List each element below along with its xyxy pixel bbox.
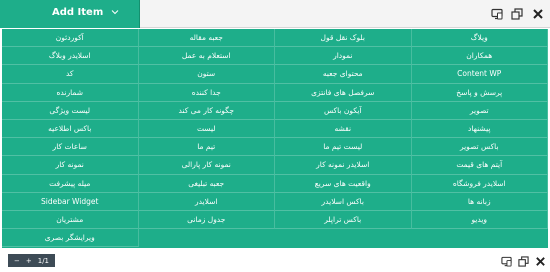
element-item[interactable]: تیم ما: [138, 138, 275, 157]
close-icon[interactable]: [529, 5, 547, 23]
grid-row: آیتم های قیمت اسلایدر نمونه کار نمونه کار …: [2, 156, 548, 175]
grid-row: اسلایدر فروشگاه واقعیت های سریع جعبه تبلیغ…: [2, 174, 548, 193]
element-item[interactable]: جعبه تبلیغی: [138, 174, 275, 193]
grid-row: پرسش و پاسخ سرفصل های فانتزی جدا کننده شمار…: [2, 83, 548, 102]
element-item[interactable]: باکس اسلایدر: [275, 192, 412, 211]
element-item[interactable]: ویلاگ: [411, 29, 548, 48]
element-item[interactable]: Sidebar Widget: [2, 192, 139, 211]
element-item[interactable]: بلوک نقل قول: [275, 29, 412, 48]
empty-cell: [412, 229, 549, 247]
grid-row: پیشنهاد نقشه لیست باکس اطلاعیه: [2, 119, 548, 139]
add-item-label: Add Item: [52, 7, 104, 18]
element-item[interactable]: اسلایدر فروشگاه: [411, 174, 548, 193]
element-item[interactable]: جعبه مقاله: [138, 29, 275, 48]
plus-button[interactable]: +: [26, 257, 32, 265]
grid-row: Content WP محتوای جعبه ستون کد: [2, 65, 548, 84]
grid-row: همکاران نمودار استعلام به عمل اسلایدر وبلاگ: [2, 47, 548, 66]
resize-icon[interactable]: [508, 5, 526, 23]
empty-cell: [275, 229, 412, 247]
element-item[interactable]: همکاران: [411, 47, 548, 66]
element-item[interactable]: لیست: [138, 119, 275, 139]
bottom-toolbar: − + 1/1: [0, 250, 550, 272]
element-item[interactable]: اسلایدر: [138, 192, 275, 211]
element-item[interactable]: واقعیت های سریع: [275, 174, 412, 193]
toolbar: Add Item: [0, 0, 550, 28]
minus-button[interactable]: −: [14, 257, 20, 265]
element-item[interactable]: باکس تصویر: [411, 138, 548, 157]
element-item[interactable]: نقشه: [275, 119, 412, 139]
element-item[interactable]: ستون: [138, 65, 275, 84]
responsive-icon[interactable]: [488, 5, 506, 23]
element-item[interactable]: زبانه ها: [411, 192, 548, 211]
element-item[interactable]: باکس تراپلر: [275, 210, 412, 230]
element-item[interactable]: کد: [2, 65, 139, 84]
grid-row: ویلاگ بلوک نقل قول جعبه مقاله آکوردئون: [2, 29, 548, 48]
element-item[interactable]: آکوردئون: [2, 29, 139, 48]
element-item[interactable]: میله پیشرفت: [2, 174, 139, 193]
element-item[interactable]: لیست تیم ما: [275, 138, 412, 157]
close-icon[interactable]: [532, 253, 548, 269]
element-item[interactable]: پیشنهاد: [411, 119, 548, 139]
page-indicator: 1/1: [37, 256, 50, 265]
element-item[interactable]: پرسش و پاسخ: [411, 83, 548, 102]
element-item[interactable]: مشتریان: [2, 210, 139, 230]
element-item[interactable]: محتوای جعبه: [275, 65, 412, 84]
element-item[interactable]: چگونه کار می کند: [138, 101, 275, 120]
element-item[interactable]: جدا کننده: [138, 83, 275, 102]
element-item[interactable]: نمودار: [275, 47, 412, 66]
element-item[interactable]: Content WP: [411, 65, 548, 84]
element-item[interactable]: شمارنده: [2, 83, 139, 102]
element-item[interactable]: لیست ویژگی: [2, 101, 139, 120]
resize-icon[interactable]: [515, 253, 531, 269]
grid-row: زبانه ها باکس اسلایدر اسلایدر Sidebar Widge…: [2, 192, 548, 211]
pager: − + 1/1: [8, 254, 56, 267]
element-item[interactable]: ویدیو: [411, 210, 548, 230]
responsive-icon[interactable]: [498, 253, 514, 269]
element-item[interactable]: جدول زمانی: [138, 210, 275, 230]
element-item[interactable]: تصویر: [411, 101, 548, 120]
grid-row: ویدیو باکس تراپلر جدول زمانی مشتریان: [2, 210, 548, 230]
element-item[interactable]: اسلایدر نمونه کار: [275, 156, 412, 175]
element-item[interactable]: آیکون باکس: [275, 101, 412, 120]
element-item[interactable]: باکس اطلاعیه: [2, 119, 139, 139]
element-item[interactable]: استعلام به عمل: [138, 47, 275, 66]
element-item[interactable]: ساعات کار: [2, 138, 139, 157]
element-item[interactable]: آیتم های قیمت: [411, 156, 548, 175]
grid-row: باکس تصویر لیست تیم ما تیم ما ساعات کار: [2, 138, 548, 157]
chevron-down-icon[interactable]: [111, 8, 119, 16]
element-grid: ویلاگ بلوک نقل قول جعبه مقاله آکوردئون همکار…: [2, 29, 549, 248]
empty-cell: [139, 229, 276, 247]
element-item[interactable]: ویرایشگر بصری: [2, 229, 139, 248]
element-item[interactable]: اسلایدر وبلاگ: [2, 47, 139, 66]
grid-row: ویرایشگر بصری: [2, 229, 549, 248]
element-picker-panel: ویلاگ بلوک نقل قول جعبه مقاله آکوردئون همکار…: [2, 29, 548, 248]
element-item[interactable]: نمونه کار: [2, 156, 139, 175]
element-item[interactable]: نمونه کار پارالی: [138, 156, 275, 175]
add-item-button[interactable]: Add Item: [0, 0, 140, 28]
grid-row: تصویر آیکون باکس چگونه کار می کند لیست ویژگ…: [2, 101, 548, 120]
element-item[interactable]: سرفصل های فانتزی: [275, 83, 412, 102]
